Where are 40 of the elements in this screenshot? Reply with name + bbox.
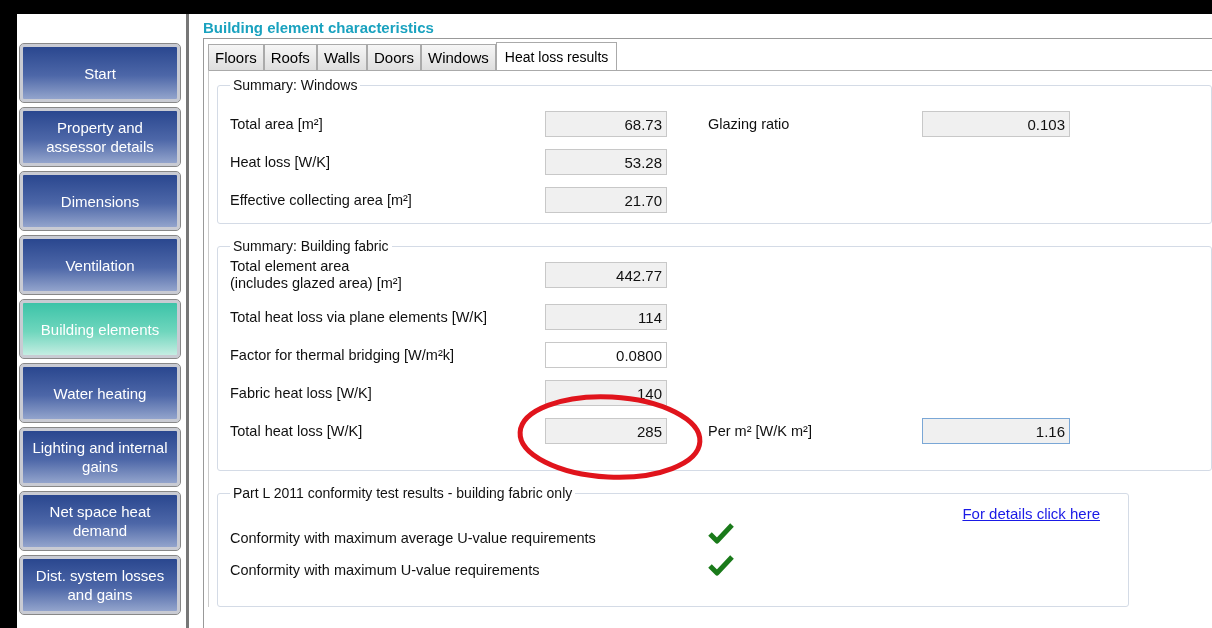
field-label: Per m² [W/K m²] [707, 423, 813, 439]
field-label: Glazing ratio [707, 116, 791, 132]
field-label: Total element area (includes glazed area) [m²] [230, 258, 403, 292]
sidebar-item[interactable]: Water heating [20, 364, 180, 422]
sidebar-item[interactable]: Dist. system losses and gains [20, 556, 180, 614]
sidebar-item[interactable]: Dimensions [20, 172, 180, 230]
value-field[interactable]: 0.0800 [545, 342, 667, 368]
sidebar-item[interactable]: Property and assessor details [20, 108, 180, 166]
sidebar-item[interactable]: Net space heat demand [20, 492, 180, 550]
tab[interactable]: Windows [421, 44, 496, 70]
value-field[interactable]: 442.77 [545, 262, 667, 288]
sidebar-item[interactable]: Lighting and internal gains [20, 428, 180, 486]
tab[interactable]: Roofs [263, 44, 317, 70]
value-field[interactable]: 68.73 [545, 111, 667, 137]
conformity-label: Conformity with maximum average U-value requirements [230, 530, 597, 546]
value-field[interactable]: 21.70 [545, 187, 667, 213]
field-label: Fabric heat loss [W/K] [230, 384, 373, 402]
value-field[interactable]: 1.16 [922, 418, 1070, 444]
value-field[interactable]: 0.103 [922, 111, 1070, 137]
value-field[interactable]: 285 [545, 418, 667, 444]
details-link[interactable]: For details click here [962, 505, 1100, 522]
section-title: Building element characteristics [203, 18, 435, 38]
value-field[interactable]: 53.28 [545, 149, 667, 175]
group-title: Summary: Building fabric [232, 238, 390, 254]
value-field[interactable]: 114 [545, 304, 667, 330]
tab[interactable]: Heat loss results [495, 42, 618, 70]
group-title: Part L 2011 conformity test results - building fabric only [232, 485, 574, 501]
sidebar-item[interactable]: Ventilation [20, 236, 180, 294]
field-label: Total heat loss [W/K] [230, 422, 364, 440]
group-title: Summary: Windows [232, 77, 359, 93]
field-label: Factor for thermal bridging [W/m²k] [230, 346, 455, 364]
conformity-label: Conformity with maximum U-value requirements [230, 562, 541, 578]
sidebar-item[interactable]: Start [20, 44, 180, 102]
tab[interactable]: Doors [367, 44, 421, 70]
field-label: Heat loss [W/K] [230, 153, 331, 171]
field-label: Total area [m²] [230, 115, 324, 133]
tab[interactable]: Floors [208, 44, 264, 70]
field-label: Total heat loss via plane elements [W/K] [230, 308, 489, 326]
field-label: Effective collecting area [m²] [230, 191, 413, 209]
tab[interactable]: Walls [316, 44, 367, 70]
